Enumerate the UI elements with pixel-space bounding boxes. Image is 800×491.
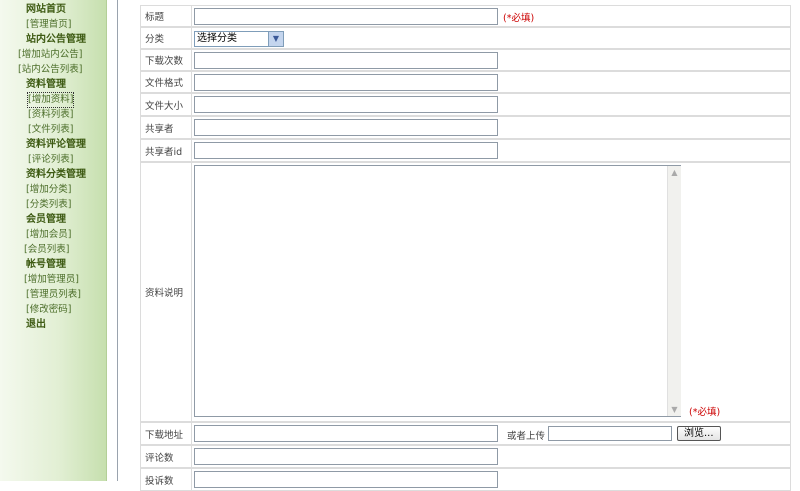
description-textarea[interactable] xyxy=(194,165,681,417)
sidebar-item-15[interactable]: [增加会员] xyxy=(26,228,71,242)
sidebar-item-10[interactable]: [评论列表] xyxy=(28,153,73,167)
sidebar-item-9[interactable]: 资料评论管理 xyxy=(0,138,132,152)
sidebar-item-20[interactable]: [修改密码] xyxy=(26,303,71,317)
format-input[interactable] xyxy=(194,74,498,91)
sidebar-item-18[interactable]: [增加管理员] xyxy=(24,273,79,287)
form-row-category: 分类 选择分类 ▼ xyxy=(140,27,791,49)
scroll-up-icon[interactable]: ▲ xyxy=(668,166,681,179)
complaints-label: 投诉数 xyxy=(141,469,192,490)
sidebar-item-0[interactable]: 网站首页 xyxy=(0,3,132,17)
size-label: 文件大小 xyxy=(141,94,192,115)
frame-divider xyxy=(117,0,118,481)
form-row-comments: 评论数 xyxy=(140,445,791,468)
category-select[interactable]: 选择分类 ▼ xyxy=(194,31,284,47)
category-selected-value: 选择分类 xyxy=(197,33,237,44)
description-label: 资料说明 xyxy=(141,163,192,421)
browse-button[interactable]: 浏览... xyxy=(677,426,721,441)
description-required-note: (*必填) xyxy=(689,407,721,418)
sharer-id-input[interactable] xyxy=(194,142,498,159)
form-row-sharer-id: 共享者id xyxy=(140,139,791,162)
form-row-sharer: 共享者 xyxy=(140,116,791,139)
sidebar-item-1[interactable]: [管理首页] xyxy=(26,18,71,32)
title-label: 标题 xyxy=(141,6,192,26)
sidebar-item-16[interactable]: [会员列表] xyxy=(24,243,69,257)
form-row-download-url: 下载地址 或者上传 浏览... xyxy=(140,422,791,445)
sidebar-item-12[interactable]: [增加分类] xyxy=(26,183,71,197)
comments-label: 评论数 xyxy=(141,446,192,467)
sharer-label: 共享者 xyxy=(141,117,192,138)
form-row-downloads: 下载次数 xyxy=(140,49,791,71)
complaints-input[interactable] xyxy=(194,471,498,488)
form-row-size: 文件大小 xyxy=(140,93,791,116)
sidebar-item-17[interactable]: 帐号管理 xyxy=(0,258,132,272)
sidebar-item-11[interactable]: 资料分类管理 xyxy=(0,168,132,182)
format-label: 文件格式 xyxy=(141,72,192,92)
title-input[interactable] xyxy=(194,8,498,25)
sidebar-nav: 网站首页 [管理首页] 站内公告管理 [增加站内公告] [站内公告列表] 资料管理 [增加资… xyxy=(0,0,107,481)
upload-file-input[interactable] xyxy=(548,426,672,441)
downloads-input[interactable] xyxy=(194,52,498,69)
title-required-note: (*必填) xyxy=(503,13,535,24)
sidebar-item-7[interactable]: [资料列表] xyxy=(28,108,73,122)
scroll-down-icon[interactable]: ▼ xyxy=(668,403,681,416)
sidebar-item-19[interactable]: [管理员列表] xyxy=(26,288,81,302)
sidebar-item-13[interactable]: [分类列表] xyxy=(26,198,71,212)
sharer-input[interactable] xyxy=(194,119,498,136)
sidebar-item-2[interactable]: 站内公告管理 xyxy=(0,33,132,47)
size-input[interactable] xyxy=(194,96,498,113)
sidebar-item-8[interactable]: [文件列表] xyxy=(28,123,73,137)
download-url-label: 下载地址 xyxy=(141,423,192,444)
sidebar-item-14[interactable]: 会员管理 xyxy=(0,213,132,227)
form-row-format: 文件格式 xyxy=(140,71,791,93)
sidebar-item-4[interactable]: [站内公告列表] xyxy=(18,63,82,77)
form-row-complaints: 投诉数 xyxy=(140,468,791,491)
chevron-down-icon[interactable]: ▼ xyxy=(268,32,283,46)
upload-label: 或者上传 xyxy=(507,431,546,442)
download-url-input[interactable] xyxy=(194,425,498,442)
sidebar-item-3[interactable]: [增加站内公告] xyxy=(18,48,82,62)
sharer-id-label: 共享者id xyxy=(141,140,192,161)
category-label: 分类 xyxy=(141,28,192,48)
sidebar-item-5[interactable]: 资料管理 xyxy=(0,78,132,92)
description-scrollbar[interactable]: ▲ ▼ xyxy=(667,166,681,416)
sidebar-item-6[interactable]: [增加资料] xyxy=(26,92,75,108)
comments-input[interactable] xyxy=(194,448,498,465)
form-row-title: 标题 (*必填) xyxy=(140,5,791,27)
downloads-label: 下载次数 xyxy=(141,50,192,70)
form-row-description: 资料说明 ▲ ▼ (*必填) xyxy=(140,162,791,422)
sidebar-item-21[interactable]: 退出 xyxy=(0,318,132,332)
